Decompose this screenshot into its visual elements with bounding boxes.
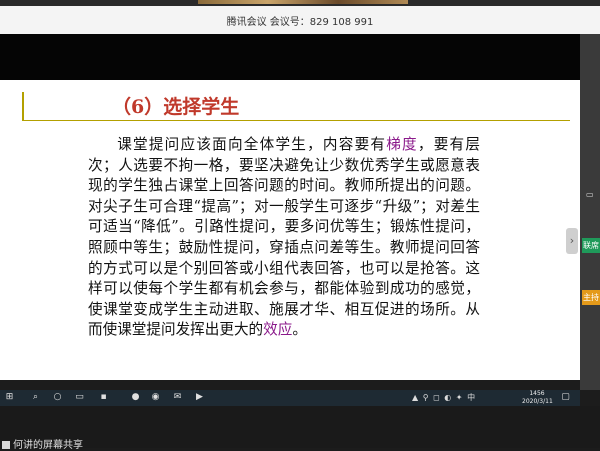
browser-icon[interactable]: ◉ — [150, 392, 161, 403]
search-icon[interactable]: ⌕ — [30, 392, 41, 403]
paragraph-text: ，要有层次；人选要不拘一格，要坚决避免让少数优秀学生或愿意表现的学生独占课堂上回… — [88, 136, 480, 339]
screen-share-label: 何讲的屏幕共享 — [2, 436, 83, 451]
windows-taskbar: ⊞ ⌕ ○ ▭ ▪ ● ◉ ✉ ▶ ▲ ⚲ ◻ ◐ ✦ 中 1456 2020/… — [0, 390, 580, 406]
clock[interactable]: 1456 2020/3/11 — [522, 390, 553, 406]
clock-date: 2020/3/11 — [522, 398, 553, 405]
panel-badge-green[interactable]: 联席 — [582, 238, 600, 253]
system-tray[interactable]: ▲ ⚲ ◻ ◐ ✦ 中 — [412, 392, 520, 404]
highlighted-term: 梯度 — [386, 136, 418, 153]
paragraph-text: 课堂提问应该面向全体学生，内容要有 — [117, 136, 387, 153]
app-icon[interactable]: ▪ — [98, 392, 109, 403]
participants-panel: ▭ 联席 主持 — [580, 34, 600, 390]
presentation-slide: （6）选择学生 课堂提问应该面向全体学生，内容要有梯度，要有层次；人选要不拘一格… — [0, 80, 580, 380]
video-icon[interactable]: ▶ — [194, 392, 205, 403]
screen-margin — [0, 34, 580, 80]
paragraph-text: 。 — [292, 321, 307, 339]
task-view-icon[interactable]: ▭ — [74, 392, 85, 403]
clock-time: 1456 — [529, 390, 545, 397]
panel-badge-orange[interactable]: 主持 — [582, 290, 600, 305]
ime-indicator[interactable]: 中 — [467, 393, 476, 402]
camera-icon[interactable]: ▭ — [586, 190, 600, 199]
mail-icon[interactable]: ✉ — [172, 392, 183, 403]
title-accent-vertical — [22, 92, 24, 120]
windows-start-icon[interactable]: ⊞ — [4, 392, 15, 403]
chevron-right-icon[interactable]: › — [566, 228, 578, 254]
meeting-info: 腾讯会议 会议号：829 108 991 — [226, 17, 374, 28]
cortana-icon[interactable]: ○ — [52, 392, 63, 403]
title-accent-horizontal — [22, 120, 570, 121]
slide-title: （6）选择学生 — [112, 96, 240, 118]
decorative-banner — [198, 0, 408, 4]
highlighted-term: 效应 — [263, 321, 293, 339]
slide-paragraph: 课堂提问应该面向全体学生，内容要有梯度，要有层次；人选要不拘一格，要坚决避免让少… — [88, 135, 480, 341]
meeting-bottom-bar: 何讲的屏幕共享 — [0, 406, 600, 451]
screen-share-text: 何讲的屏幕共享 — [13, 440, 83, 451]
app-icon[interactable]: ● — [130, 392, 141, 403]
notification-icon[interactable]: ▢ — [560, 392, 571, 403]
meeting-bar: 腾讯会议 会议号：829 108 991 — [0, 6, 600, 34]
